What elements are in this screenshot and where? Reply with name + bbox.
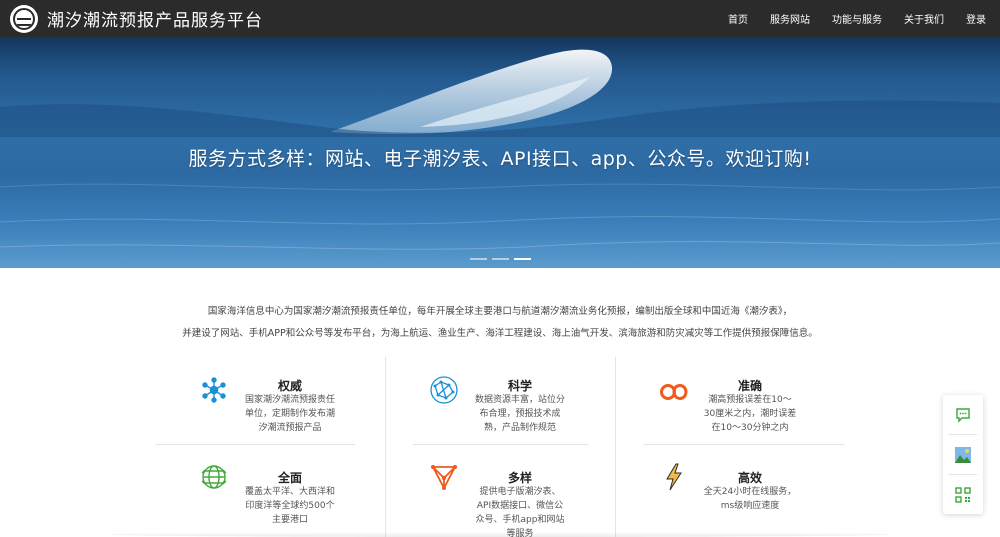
chat-bubble-icon xyxy=(956,407,970,423)
feature-title: 全面 xyxy=(277,471,302,485)
globe-network-icon xyxy=(430,376,458,404)
feature-description: 数据资源丰富，站位分布合理，预报技术成熟，产品制作规范 xyxy=(474,395,565,433)
feature-card-scientific: 科学 数据资源丰富，站位分布合理，预报技术成熟，产品制作规范 xyxy=(385,357,615,445)
lightning-bolt-icon xyxy=(666,463,682,491)
nav-item-about-us[interactable]: 关于我们 xyxy=(904,11,944,26)
logo-emblem-icon[interactable] xyxy=(10,5,38,33)
main-nav: 首页 服务网站 功能与服务 关于我们 登录 xyxy=(706,0,986,37)
feature-card-authoritative: 权威 国家潮汐潮流预报责任单位，定期制作发布潮汐潮流预报产品 xyxy=(155,357,385,445)
intro-line-1: 国家海洋信息中心为国家潮汐潮流预报责任单位，每年开展全球主要港口与航道潮汐潮流业… xyxy=(207,306,793,317)
features-grid: 权威 国家潮汐潮流预报责任单位，定期制作发布潮汐潮流预报产品 科学 数据资源丰富… xyxy=(155,357,845,537)
feature-card-comprehensive: 全面 覆盖太平洋、大西洋和印度洋等全球约500个主要港口 xyxy=(155,449,385,537)
nav-item-login[interactable]: 登录 xyxy=(966,11,986,26)
feedback-button[interactable] xyxy=(943,395,983,434)
feature-title: 权威 xyxy=(277,379,302,393)
globe-icon xyxy=(201,465,227,489)
carousel-indicators xyxy=(470,258,536,260)
intro-line-2: 并建设了网站、手机APP和公众号等发布平台，为海上航运、渔业生产、海洋工程建设、… xyxy=(182,328,818,339)
image-button[interactable] xyxy=(943,435,983,474)
top-header: 潮汐潮流预报产品服务平台 首页 服务网站 功能与服务 关于我们 登录 xyxy=(0,0,1000,37)
image-picture-icon xyxy=(955,446,971,463)
carousel-dot-1[interactable] xyxy=(470,258,487,260)
feature-title: 准确 xyxy=(737,379,762,393)
site-title[interactable]: 潮汐潮流预报产品服务平台 xyxy=(47,6,263,31)
hero-headline: 服务方式多样：网站、电子潮汐表、API接口、app、公众号。欢迎订购! xyxy=(188,148,812,170)
intro-text: 国家海洋信息中心为国家潮汐潮流预报责任单位，每年开展全球主要港口与航道潮汐潮流业… xyxy=(0,301,1000,345)
hero-banner: 服务方式多样：网站、电子潮汐表、API接口、app、公众号。欢迎订购! xyxy=(0,37,1000,268)
nav-item-features-services[interactable]: 功能与服务 xyxy=(832,11,882,26)
feature-description: 国家潮汐潮流预报责任单位，定期制作发布潮汐潮流预报产品 xyxy=(244,395,335,433)
feature-title: 多样 xyxy=(507,471,532,485)
feature-title: 科学 xyxy=(507,379,532,393)
section-shadow xyxy=(110,532,890,537)
qrcode-button[interactable] xyxy=(943,475,983,514)
feature-card-efficient: 高效 全天24小时在线服务，ms级响应速度 xyxy=(615,449,845,537)
triangle-network-icon xyxy=(431,465,457,490)
qrcode-icon xyxy=(955,486,971,503)
feature-description: 全天24小时在线服务，ms级响应速度 xyxy=(703,487,797,511)
feature-title: 高效 xyxy=(737,471,762,485)
network-nodes-icon xyxy=(202,377,226,403)
feature-description: 覆盖太平洋、大西洋和印度洋等全球约500个主要港口 xyxy=(244,487,335,525)
feature-description: 潮高预报误差在10～30厘米之内，潮时误差在10～30分钟之内 xyxy=(703,395,797,433)
nav-item-service-sites[interactable]: 服务网站 xyxy=(770,11,810,26)
floating-side-toolbar xyxy=(943,395,983,514)
nav-item-home[interactable]: 首页 xyxy=(728,11,748,26)
feature-card-diverse: 多样 提供电子版潮汐表、API数据接口、微信公众号、手机app和网站等服务 xyxy=(385,449,615,537)
carousel-dot-2[interactable] xyxy=(492,258,509,260)
feature-description: 提供电子版潮汐表、API数据接口、微信公众号、手机app和网站等服务 xyxy=(475,487,565,537)
infinity-loop-icon xyxy=(660,383,688,401)
feature-card-accurate: 准确 潮高预报误差在10～30厘米之内，潮时误差在10～30分钟之内 xyxy=(615,357,845,445)
carousel-dot-3-active[interactable] xyxy=(514,258,531,260)
